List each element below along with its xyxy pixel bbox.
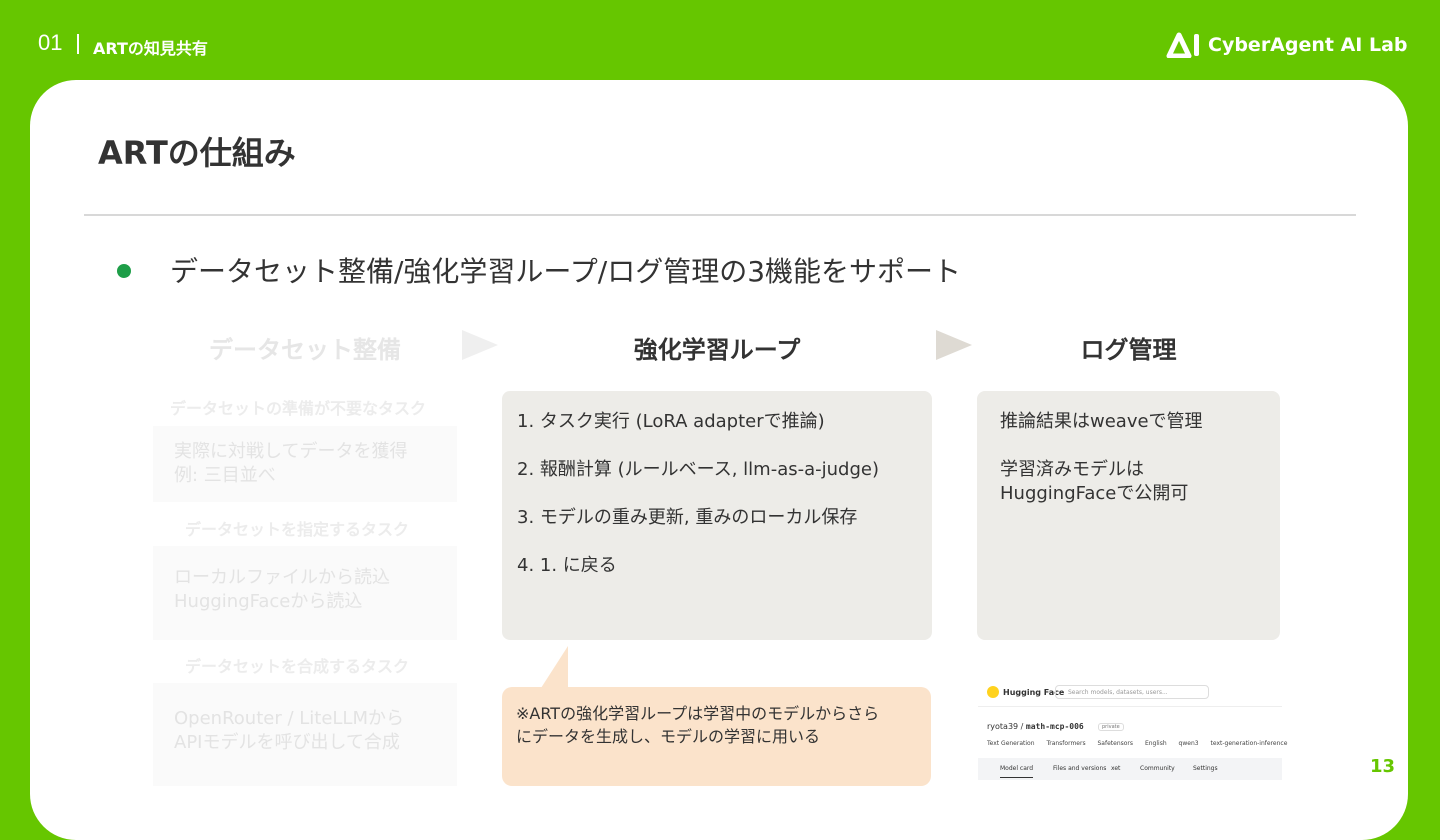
tab-xet: xet (1111, 765, 1121, 772)
dataset-group-line: 例: 三目並べ (174, 465, 276, 486)
dataset-group-box: 実際に対戦してデータを獲得 例: 三目並べ (153, 426, 457, 502)
log-line: 推論結果はweaveで管理 (1000, 411, 1203, 432)
hf-tag[interactable]: text-generation-inference (1211, 740, 1288, 747)
dataset-group-box: ローカルファイルから読込 HuggingFaceから読込 (153, 546, 457, 640)
note-callout-tail (541, 646, 568, 688)
hugging-face-icon (987, 686, 999, 698)
rl-loop-heading: 強化学習ループ (633, 336, 801, 364)
header-separator (77, 34, 79, 54)
hf-tag[interactable]: Transformers (1046, 740, 1085, 747)
hf-tag[interactable]: Text Generation (987, 740, 1035, 747)
slide-title: ARTの仕組み (98, 134, 296, 172)
arrow-right-icon (462, 330, 498, 360)
hf-tag[interactable]: qwen3 (1179, 740, 1199, 747)
tab-files[interactable]: Files and versions (1053, 765, 1106, 772)
dataset-group-label: データセットを合成するタスク (185, 657, 410, 676)
cyberagent-logo: CyberAgent AI Lab (1166, 31, 1408, 59)
arrow-right-icon (936, 330, 972, 360)
log-heading: ログ管理 (1080, 336, 1177, 364)
section-number: 01 (38, 30, 63, 55)
dataset-group-label: データセットの準備が不要なタスク (170, 399, 427, 418)
rl-note-callout: ※ARTの強化学習ループは学習中のモデルからさら にデータを生成し、モデルの学習… (502, 687, 931, 786)
tab-community[interactable]: Community (1140, 765, 1175, 772)
page-number: 13 (1370, 756, 1396, 777)
ai-logo-icon (1166, 32, 1199, 58)
hf-user[interactable]: ryota39 (987, 722, 1018, 731)
dataset-group-line: HuggingFaceから読込 (174, 591, 363, 612)
hf-private-badge: private (1098, 723, 1124, 731)
hf-tabs: Model card Files and versions xet Commun… (978, 758, 1282, 780)
dataset-group-label: データセットを指定するタスク (185, 520, 410, 539)
rl-step: 3. モデルの重み更新, 重みのローカル保存 (517, 507, 858, 528)
dataset-group-line: APIモデルを呼び出して合成 (174, 732, 400, 753)
title-divider (84, 214, 1356, 216)
hf-tags: Text Generation Transformers Safetensors… (987, 740, 1297, 747)
tab-model-card[interactable]: Model card (1000, 765, 1034, 778)
log-box: 推論結果はweaveで管理 学習済みモデルは HuggingFaceで公開可 (977, 391, 1280, 640)
dataset-group-line: 実際に対戦してデータを獲得 (174, 441, 408, 462)
note-line: にデータを生成し、モデルの学習に用いる (516, 727, 821, 746)
dataset-group-box: OpenRouter / LiteLLMから APIモデルを呼び出して合成 (153, 683, 457, 786)
rl-step: 1. タスク実行 (LoRA adapterで推論) (517, 411, 825, 432)
log-line: 学習済みモデルは (1000, 459, 1144, 480)
hf-topbar: Hugging Face Search models, datasets, us… (978, 680, 1282, 707)
bullet-text: データセット整備/強化学習ループ/ログ管理の3機能をサポート (170, 255, 962, 288)
logo-text: CyberAgent AI Lab (1208, 34, 1408, 56)
dataset-group-line: OpenRouter / LiteLLMから (174, 708, 404, 729)
hf-search-input[interactable]: Search models, datasets, users... (1055, 685, 1209, 699)
note-line: ※ARTの強化学習ループは学習中のモデルからさら (516, 704, 880, 723)
rl-step: 2. 報酬計算 (ルールベース, llm-as-a-judge) (517, 459, 879, 480)
dataset-heading: データセット整備 (209, 336, 401, 364)
hf-tag[interactable]: English (1145, 740, 1167, 747)
dataset-group-line: ローカルファイルから読込 (174, 567, 390, 588)
log-line: HuggingFaceで公開可 (1000, 483, 1189, 504)
tab-settings[interactable]: Settings (1193, 765, 1218, 772)
huggingface-screenshot: Hugging Face Search models, datasets, us… (978, 680, 1287, 780)
bullet-icon (117, 264, 131, 278)
hf-tag[interactable]: Safetensors (1098, 740, 1134, 747)
hf-repo-title: ryota39 / math-mcp-006 (987, 722, 1084, 731)
rl-step: 4. 1. に戻る (517, 555, 617, 576)
hf-repo-name: math-mcp-006 (1025, 722, 1084, 731)
rl-steps-box: 1. タスク実行 (LoRA adapterで推論) 2. 報酬計算 (ルールベ… (502, 391, 932, 640)
section-title: ARTの知見共有 (93, 39, 208, 58)
